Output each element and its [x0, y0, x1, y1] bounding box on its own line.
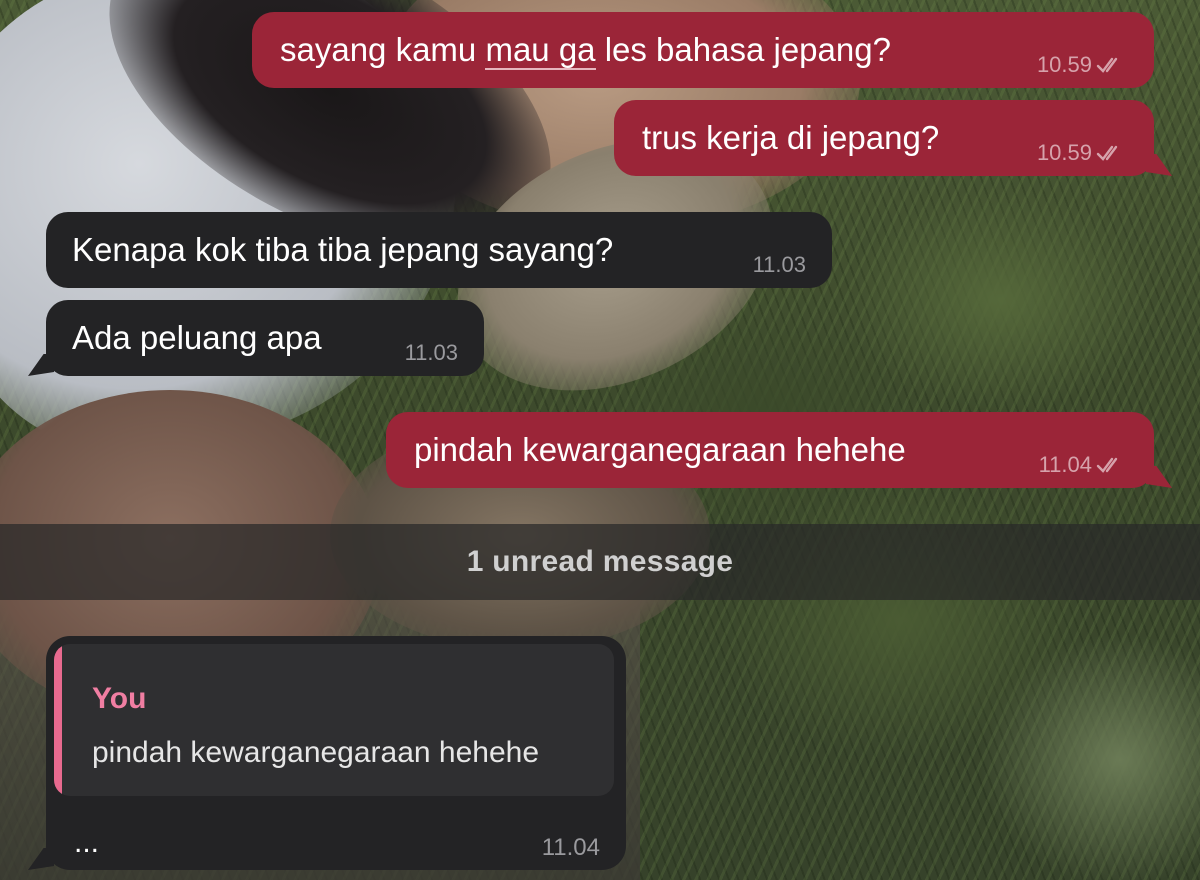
- incoming-reply-message[interactable]: You pindah kewarganegaraan hehehe ... 11…: [46, 636, 626, 870]
- unread-messages-divider: 1 unread message: [0, 524, 1200, 600]
- incoming-message[interactable]: Kenapa kok tiba tiba jepang sayang? 11.0…: [46, 212, 832, 288]
- quoted-author: You: [92, 682, 147, 715]
- quoted-text: pindah kewarganegaraan hehehe: [92, 736, 540, 769]
- message-time: 11.04: [1038, 452, 1092, 477]
- message-meta: 11.04: [1039, 452, 1128, 478]
- bubble-tail-icon: [1146, 466, 1172, 488]
- bubble-tail-icon: [28, 354, 54, 376]
- message-time: 11.04: [541, 834, 600, 861]
- message-text: sayang kamu mau ga les bahasa jepang?: [280, 31, 891, 70]
- message-time: 10.59: [1036, 52, 1092, 77]
- double-check-icon: [1096, 57, 1118, 73]
- outgoing-message[interactable]: pindah kewarganegaraan hehehe 11.04: [386, 412, 1154, 488]
- message-meta: 10.59: [1037, 140, 1128, 166]
- message-text: trus kerja di jepang?: [642, 119, 940, 156]
- message-list[interactable]: sayang kamu mau ga les bahasa jepang? 10…: [0, 0, 1200, 880]
- quoted-message[interactable]: You pindah kewarganegaraan hehehe: [54, 644, 614, 796]
- underlined-link[interactable]: mau ga: [485, 31, 596, 70]
- message-time: 11.03: [752, 252, 806, 277]
- incoming-message[interactable]: Ada peluang apa 11.03: [46, 300, 484, 376]
- double-check-icon: [1096, 457, 1118, 473]
- message-time: 10.59: [1036, 140, 1092, 165]
- message-text: pindah kewarganegaraan hehehe: [414, 431, 906, 468]
- quote-accent-bar: [54, 644, 62, 796]
- unread-label: 1 unread message: [466, 545, 734, 578]
- outgoing-message[interactable]: sayang kamu mau ga les bahasa jepang? 10…: [252, 12, 1154, 88]
- bubble-tail-icon: [1146, 154, 1172, 176]
- bubble-tail-icon: [28, 848, 54, 870]
- message-time: 11.03: [404, 340, 458, 365]
- message-text: Ada peluang apa: [72, 319, 322, 356]
- double-check-icon: [1096, 145, 1118, 161]
- message-text: ...: [74, 826, 100, 859]
- message-meta: 10.59: [1037, 52, 1128, 78]
- message-text: Kenapa kok tiba tiba jepang sayang?: [72, 231, 614, 268]
- outgoing-message[interactable]: trus kerja di jepang? 10.59: [614, 100, 1154, 176]
